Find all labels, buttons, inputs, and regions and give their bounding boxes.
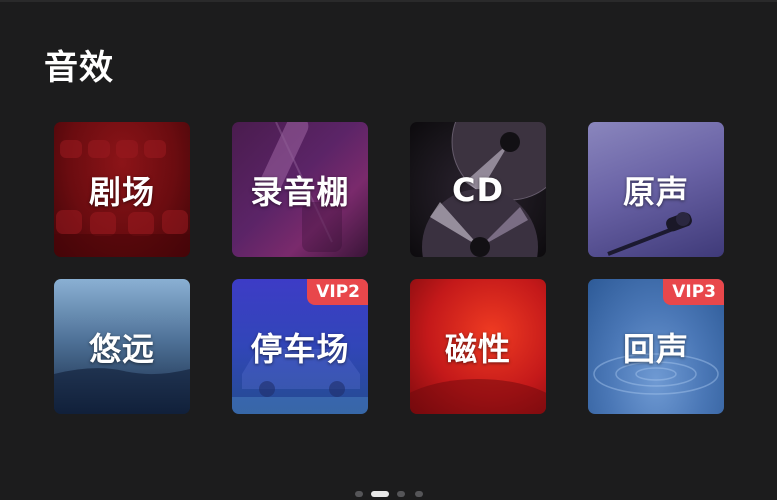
effect-label: 悠远 bbox=[88, 329, 155, 368]
effect-label: 录音棚 bbox=[250, 172, 350, 211]
effect-label: 磁性 bbox=[444, 329, 511, 368]
vip-badge: VIP3 bbox=[663, 279, 724, 305]
effect-card-studio[interactable]: 录音棚 bbox=[232, 122, 368, 257]
effect-label: 回声 bbox=[622, 329, 689, 368]
effect-card-theater[interactable]: 剧场 bbox=[54, 122, 190, 257]
effect-card-magnetic[interactable]: 磁性 bbox=[410, 279, 546, 414]
page-dot[interactable] bbox=[355, 491, 363, 497]
vip-badge: VIP2 bbox=[307, 279, 368, 305]
effect-card-cd[interactable]: CD bbox=[410, 122, 546, 257]
effect-label: 剧场 bbox=[88, 172, 155, 211]
effect-label: CD bbox=[451, 170, 505, 209]
page-dot-active[interactable] bbox=[371, 491, 389, 497]
page-indicator bbox=[0, 488, 777, 498]
effect-label: 原声 bbox=[622, 172, 689, 211]
page-dot[interactable] bbox=[397, 491, 405, 497]
effect-card-parking[interactable]: VIP2 停车场 bbox=[232, 279, 368, 414]
effect-card-distant[interactable]: 悠远 bbox=[54, 279, 190, 414]
effect-label: 停车场 bbox=[250, 329, 350, 368]
effects-grid: 剧场 录音棚 CD 原声 悠远 VIP2 停车场 磁性 VIP3 回声 bbox=[0, 0, 777, 500]
effect-card-echo[interactable]: VIP3 回声 bbox=[588, 279, 724, 414]
effect-card-original[interactable]: 原声 bbox=[588, 122, 724, 257]
page-dot[interactable] bbox=[415, 491, 423, 497]
